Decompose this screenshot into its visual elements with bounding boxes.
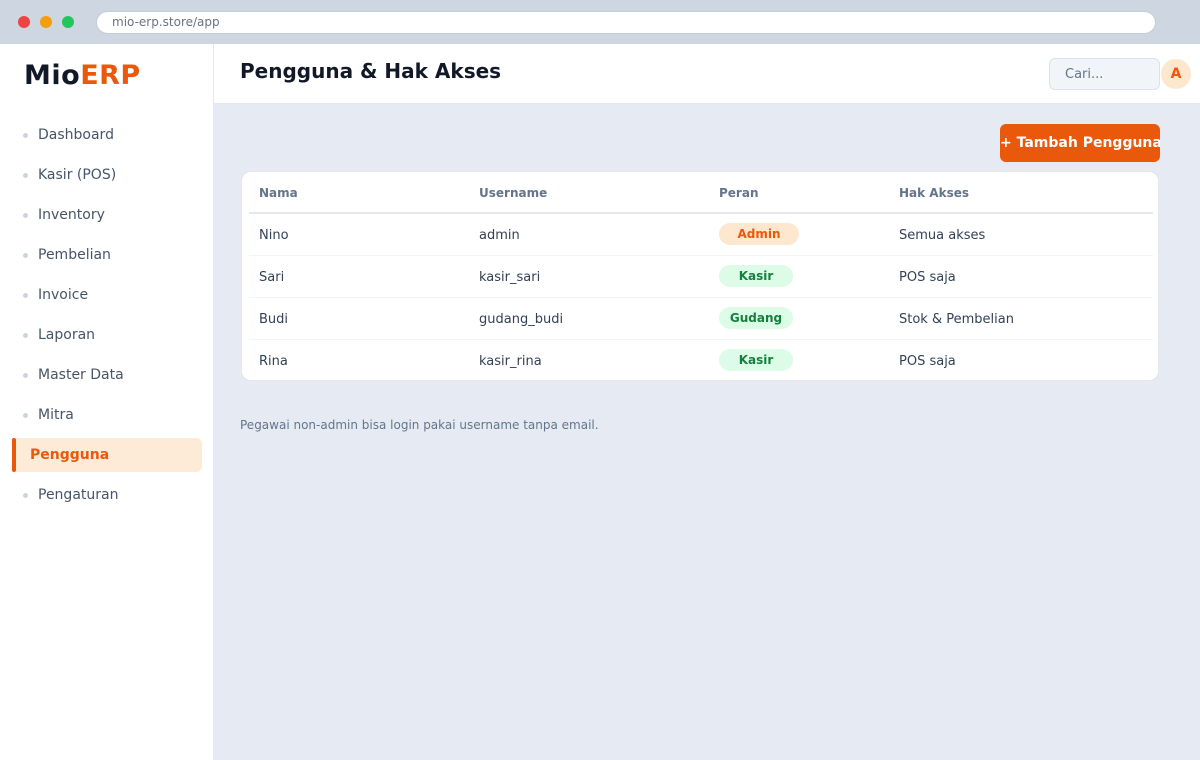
logo-text-erp: ERP — [80, 60, 141, 91]
address-bar[interactable]: mio-erp.store/app — [96, 11, 1156, 34]
sidebar: MioERP Dashboard Kasir (POS) Inventory P… — [0, 44, 214, 760]
cell-hak-akses: POS saja — [899, 354, 956, 369]
top-header: Pengguna & Hak Akses A — [214, 44, 1200, 104]
cell-hak-akses: Stok & Pembelian — [899, 312, 1014, 327]
table-row[interactable]: Budi gudang_budi Gudang Stok & Pembelian — [249, 298, 1153, 340]
window-close-button[interactable] — [18, 16, 30, 28]
sidebar-item-pembelian[interactable]: Pembelian — [0, 238, 214, 272]
sidebar-nav: Dashboard Kasir (POS) Inventory Pembelia… — [0, 118, 214, 518]
role-badge: Kasir — [719, 349, 793, 371]
cell-username: kasir_sari — [479, 270, 541, 285]
sidebar-item-invoice[interactable]: Invoice — [0, 278, 214, 312]
table-row[interactable]: Rina kasir_rina Kasir POS saja — [249, 340, 1153, 380]
cell-nama: Budi — [259, 312, 289, 327]
role-badge: Admin — [719, 223, 799, 245]
bullet-icon — [23, 373, 28, 378]
sidebar-item-pengguna[interactable]: Pengguna — [12, 438, 202, 472]
bullet-icon — [23, 173, 28, 178]
sidebar-item-label: Invoice — [38, 287, 89, 303]
avatar[interactable]: A — [1161, 59, 1191, 89]
bullet-icon — [23, 333, 28, 338]
bullet-icon — [23, 413, 28, 418]
bullet-icon — [23, 133, 28, 138]
table-row[interactable]: Nino admin Admin Semua akses — [249, 214, 1153, 256]
sidebar-item-master-data[interactable]: Master Data — [0, 358, 214, 392]
page-title: Pengguna & Hak Akses — [240, 59, 502, 83]
sidebar-item-label: Inventory — [38, 207, 105, 223]
cell-username: admin — [479, 228, 520, 243]
bullet-icon — [23, 253, 28, 258]
cell-nama: Rina — [259, 354, 288, 369]
sidebar-item-label: Kasir (POS) — [38, 167, 117, 183]
sidebar-item-label: Master Data — [38, 367, 124, 383]
sidebar-item-label: Pembelian — [38, 247, 111, 263]
sidebar-item-label: Dashboard — [38, 127, 114, 143]
cell-hak-akses: Semua akses — [899, 228, 986, 243]
table-header: Nama Username Peran Hak Akses — [249, 172, 1153, 214]
footnote-text: Pegawai non-admin bisa login pakai usern… — [240, 418, 599, 432]
column-header-hak-akses[interactable]: Hak Akses — [899, 186, 969, 200]
cell-nama: Sari — [259, 270, 285, 285]
bullet-icon — [23, 213, 28, 218]
role-badge: Kasir — [719, 265, 793, 287]
cell-hak-akses: POS saja — [899, 270, 956, 285]
window-maximize-button[interactable] — [62, 16, 74, 28]
sidebar-item-label: Mitra — [38, 407, 74, 423]
role-badge: Gudang — [719, 307, 793, 329]
bullet-icon — [23, 493, 28, 498]
column-header-nama[interactable]: Nama — [259, 186, 298, 200]
sidebar-item-label: Pengaturan — [38, 487, 119, 503]
window-minimize-button[interactable] — [40, 16, 52, 28]
add-user-button[interactable]: + Tambah Pengguna — [1000, 124, 1160, 162]
cell-nama: Nino — [259, 228, 289, 243]
users-table: Nama Username Peran Hak Akses Nino admin… — [241, 171, 1159, 381]
cell-username: kasir_rina — [479, 354, 542, 369]
sidebar-item-label: Pengguna — [30, 447, 110, 463]
sidebar-item-pengaturan[interactable]: Pengaturan — [0, 478, 214, 512]
active-indicator — [12, 438, 16, 472]
column-header-username[interactable]: Username — [479, 186, 547, 200]
browser-chrome: mio-erp.store/app — [0, 0, 1200, 44]
app-logo[interactable]: MioERP — [24, 60, 141, 91]
column-header-peran[interactable]: Peran — [719, 186, 759, 200]
cell-username: gudang_budi — [479, 312, 564, 327]
search-input[interactable] — [1049, 58, 1160, 90]
sidebar-item-label: Laporan — [38, 327, 96, 343]
bullet-icon — [23, 293, 28, 298]
sidebar-item-dashboard[interactable]: Dashboard — [0, 118, 214, 152]
sidebar-item-inventory[interactable]: Inventory — [0, 198, 214, 232]
sidebar-item-laporan[interactable]: Laporan — [0, 318, 214, 352]
logo-text-mio: Mio — [24, 60, 81, 91]
table-row[interactable]: Sari kasir_sari Kasir POS saja — [249, 256, 1153, 298]
sidebar-item-mitra[interactable]: Mitra — [0, 398, 214, 432]
sidebar-item-kasir-pos[interactable]: Kasir (POS) — [0, 158, 214, 192]
